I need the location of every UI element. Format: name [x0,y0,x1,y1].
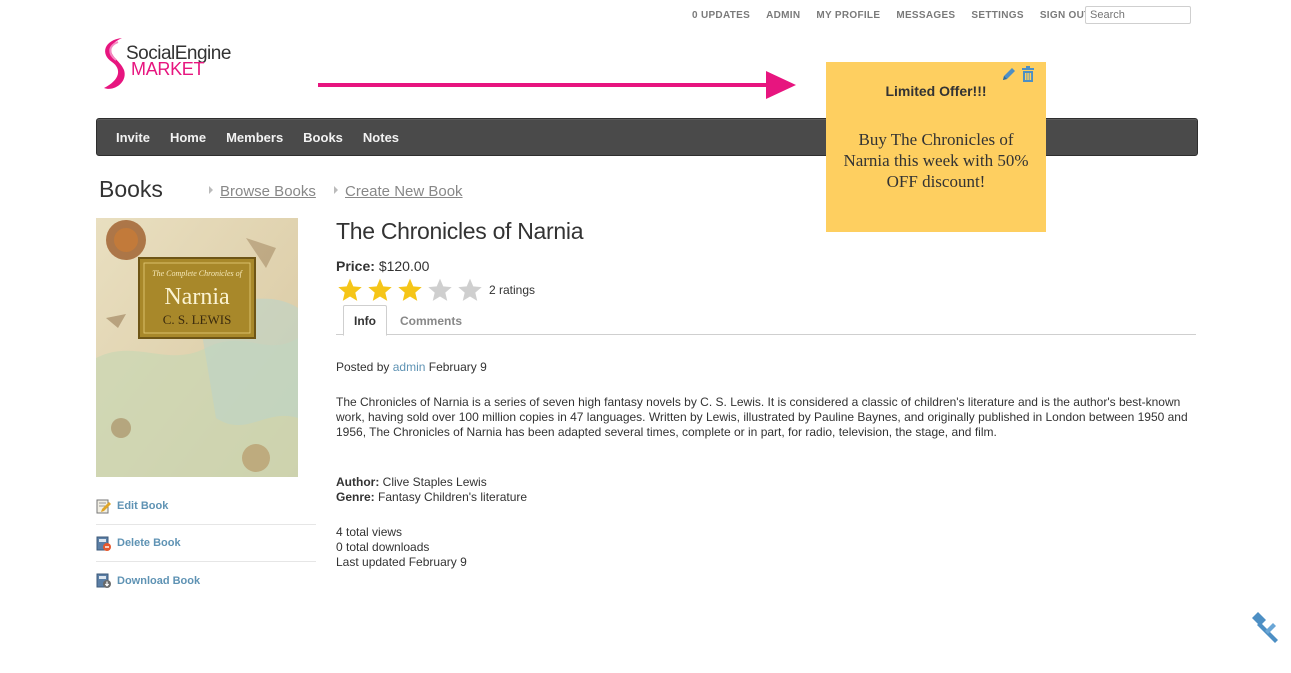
posted-by-line: Posted by admin February 9 [336,360,487,375]
star-icon[interactable] [337,277,363,303]
star-icon[interactable] [457,277,483,303]
offer-text: Buy The Chronicles of Narnia this week w… [843,130,1029,191]
download-book-link[interactable]: Download Book [96,562,316,599]
tab-info[interactable]: Info [343,305,387,336]
nav-members[interactable]: Members [217,130,294,145]
edit-book-link[interactable]: Edit Book [96,488,316,525]
nav-invite[interactable]: Invite [107,130,161,145]
limited-offer-widget: Limited Offer!!! Buy The Chronicles of N… [826,62,1046,232]
browse-books-link[interactable]: Browse Books [209,183,316,200]
updates-link[interactable]: 0 UPDATES [684,10,758,22]
book-title: The Chronicles of Narnia [336,218,584,244]
site-logo[interactable]: SocialEngine MARKET [98,34,231,94]
delete-book-label: Delete Book [117,537,181,549]
book-cover-image[interactable]: The Complete Chronicles of Narnia C. S. … [96,218,298,477]
book-description: The Chronicles of Narnia is a series of … [336,395,1188,439]
browse-books-label: Browse Books [220,183,316,200]
price-label: Price: [336,258,375,274]
nav-notes[interactable]: Notes [354,130,410,145]
cover-title: Narnia [164,284,230,310]
create-new-book-label: Create New Book [345,183,463,200]
delete-book-link[interactable]: Delete Book [96,525,316,562]
downloads-count: 0 total downloads [336,540,430,554]
my-profile-link[interactable]: MY PROFILE [808,10,888,22]
download-book-icon [96,573,111,588]
settings-link[interactable]: SETTINGS [963,10,1031,22]
hammer-icon[interactable] [1249,611,1283,645]
book-tabs: Info Comments [336,305,1196,336]
search-input[interactable] [1085,6,1191,24]
triangle-bullet-icon [334,186,338,194]
offer-title: Limited Offer!!! [885,83,987,99]
genre-value: Fantasy Children's literature [378,490,528,504]
author-row: Author: Clive Staples Lewis [336,475,527,490]
book-stats: 4 total views 0 total downloads Last upd… [336,525,467,570]
page-title: Books [99,176,163,202]
triangle-bullet-icon [209,186,213,194]
delete-book-icon [96,536,111,551]
download-book-label: Download Book [117,574,201,587]
messages-link[interactable]: MESSAGES [888,10,963,22]
cover-subtitle: The Complete Chronicles of [152,269,243,278]
book-actions: Edit Book Delete Book Download Book [96,488,316,599]
star-icon[interactable] [427,277,453,303]
edit-book-label: Edit Book [117,500,169,512]
star-rating: 2 ratings [337,277,535,303]
admin-link[interactable]: ADMIN [758,10,808,22]
genre-label: Genre: [336,490,375,504]
cover-author: C. S. LEWIS [163,312,232,327]
posted-by-prefix: Posted by [336,360,390,374]
author-label: Author: [336,475,380,489]
nav-books[interactable]: Books [294,130,354,145]
pencil-icon[interactable] [1001,66,1017,82]
views-count: 4 total views [336,525,403,539]
author-value: Clive Staples Lewis [382,475,487,489]
posted-date: February 9 [428,360,487,374]
top-mini-menu: 0 UPDATES ADMIN MY PROFILE MESSAGES SETT… [684,10,1099,22]
price-value: $120.00 [378,258,430,274]
nav-home[interactable]: Home [161,130,217,145]
edit-book-icon [96,499,111,513]
pointer-arrow-icon [318,71,796,99]
book-meta: Author: Clive Staples Lewis Genre: Fanta… [336,475,527,505]
star-icon[interactable] [397,277,423,303]
create-new-book-link[interactable]: Create New Book [334,183,463,200]
book-price: Price: $120.00 [336,258,429,274]
posted-by-user-link[interactable]: admin [393,360,426,374]
trash-icon[interactable] [1021,66,1035,82]
tab-comments[interactable]: Comments [400,306,462,336]
genre-row: Genre: Fantasy Children's literature [336,490,527,505]
star-icon[interactable] [367,277,393,303]
logo-text-line2: MARKET [131,59,205,79]
last-updated: Last updated February 9 [336,555,467,569]
rating-count: 2 ratings [489,283,536,297]
